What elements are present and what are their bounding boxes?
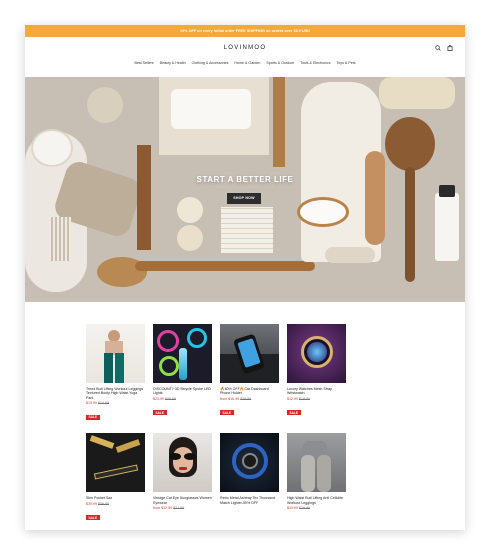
product-name[interactable]: High Waist Butt Lifting Anti Cellulite W… [287,496,346,505]
product-image-leggings[interactable] [86,324,145,383]
main-nav: Best Sellers Beauty & Health Clothing & … [25,61,465,65]
product-price: $23.99 [153,396,164,401]
sale-badge: SALE [287,410,301,416]
nav-beauty-health[interactable]: Beauty & Health [160,61,186,65]
shop-now-button[interactable]: SHOP NOW [227,193,261,204]
hero-title: START A BETTER LIFE [196,175,294,184]
product-card[interactable]: Retro Metal Ashtray Tex Thousand Match L… [220,433,279,523]
product-compare-price: $59.99 [98,501,109,506]
product-image-sunglasses[interactable] [153,433,212,493]
sale-badge: SALE [86,414,100,420]
product-card[interactable]: 🔥40% OFF🔥Car Dashboard Phone Holder from… [220,324,279,423]
product-compare-price: $59.99 [165,396,176,401]
product-name[interactable]: Slim Pocket Sax [86,496,145,500]
product-compare-price: $21.99 [173,506,185,511]
product-name[interactable]: 🔥40% OFF🔥Car Dashboard Phone Holder [220,387,279,396]
product-card[interactable]: Vintage Cat Eye Sunglasses Women Eyewear… [153,433,212,523]
brand-logo[interactable]: LOVINMOO [25,45,465,51]
nav-best-sellers[interactable]: Best Sellers [134,61,153,65]
product-card[interactable]: Trend Butt Lifting Workout Leggings Text… [86,324,145,423]
product-name[interactable]: Trend Butt Lifting Workout Leggings Text… [86,387,145,400]
product-image-watch[interactable] [287,324,346,383]
product-card[interactable]: High Waist Butt Lifting Anti Cellulite W… [287,433,346,523]
product-card[interactable]: Luxury Watches Mesh Strap Wristwatch $12… [287,324,346,423]
nav-sports-outdoor[interactable]: Sports & Outdoor [266,61,294,65]
search-icon[interactable] [435,45,441,51]
header-icons [435,45,453,51]
product-image-ashtray[interactable] [220,433,279,493]
product-price: $39.99 [86,501,97,506]
product-card[interactable]: DISCOUNT!~3D Bicycle Spoke LED Lights $2… [153,324,212,423]
product-compare-price: $29.99 [299,506,310,511]
hero-banner: START A BETTER LIFE SHOP NOW [25,77,465,302]
product-name[interactable]: Luxury Watches Mesh Strap Wristwatch [287,387,346,396]
product-card[interactable]: Slim Pocket Sax $39.99 $59.99 SALE [86,433,145,523]
site-header: LOVINMOO Best Sellers Beauty & Health Cl… [25,37,465,77]
product-compare-price: $24.99 [98,401,109,406]
product-price: from $16.99 [220,396,240,401]
product-name[interactable]: Retro Metal Ashtray Tex Thousand Match L… [220,496,279,505]
sale-badge: SALE [153,410,167,416]
product-image-phone-holder[interactable] [220,324,279,383]
product-name[interactable]: Vintage Cat Eye Sunglasses Women Eyewear [153,496,212,505]
nav-clothing-accessories[interactable]: Clothing & Accessories [192,61,229,65]
product-price: $19.99 [287,506,298,511]
product-price: $12.99 [287,396,298,401]
nav-home-garden[interactable]: Home & Garden [234,61,260,65]
product-compare-price: $19.99 [299,396,310,401]
product-grid: Trend Butt Lifting Workout Leggings Text… [86,324,352,524]
sale-badge: SALE [220,410,234,416]
announcement-bar[interactable]: 15% OFF on every initial order FREE SHIP… [25,25,465,37]
product-price: $19.99 [86,401,97,406]
product-image-pocket-sax[interactable] [86,433,145,493]
product-image-bike-lights[interactable] [153,324,212,383]
cart-icon[interactable] [447,45,453,51]
product-price: from $12.99 [153,506,173,511]
sale-badge: SALE [86,515,100,521]
nav-tools-electronics[interactable]: Tools & Electronics [300,61,330,65]
product-image-workout-leggings[interactable] [287,433,346,493]
product-compare-price: $29.99 [240,396,252,401]
product-name[interactable]: DISCOUNT!~3D Bicycle Spoke LED Lights [153,387,212,396]
nav-toys-pets[interactable]: Toys & Pets [337,61,356,65]
